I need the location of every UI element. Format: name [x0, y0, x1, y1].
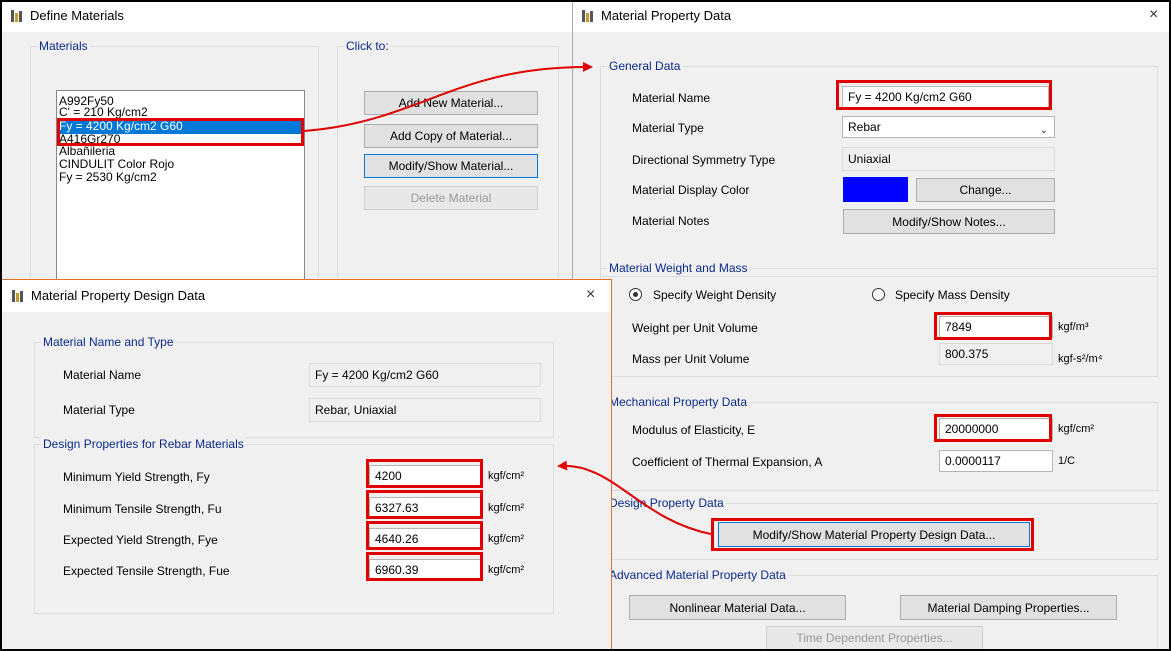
expected-yield-strength-label: Expected Yield Strength, Fye: [63, 533, 218, 547]
name-type-group: Material Name and Type: [34, 335, 554, 438]
thermal-expansion-input[interactable]: 0.0000117: [939, 450, 1053, 472]
mass-unit: kgf-s²/m⁴: [1058, 353, 1103, 365]
chevron-down-icon: ⌄: [1039, 125, 1048, 136]
general-data-group-label: General Data: [607, 59, 683, 73]
specify-weight-density-label[interactable]: Specify Weight Density: [653, 288, 776, 302]
material-display-color-swatch: [843, 177, 908, 202]
etabs-app-icon: [10, 9, 24, 23]
material-damping-button[interactable]: Material Damping Properties...: [900, 595, 1117, 620]
material-type-label: Material Type: [632, 121, 704, 135]
min-tensile-strength-label: Minimum Tensile Strength, Fu: [63, 502, 222, 516]
specify-mass-density-label[interactable]: Specify Mass Density: [895, 288, 1010, 302]
mass-per-unit-volume-label: Mass per Unit Volume: [632, 352, 750, 366]
modify-show-notes-button[interactable]: Modify/Show Notes...: [843, 209, 1055, 234]
thermal-expansion-label: Coefficient of Thermal Expansion, A: [632, 455, 823, 469]
etabs-app-icon: [11, 289, 25, 303]
material-type-select[interactable]: Rebar ⌄: [842, 116, 1055, 138]
define-materials-title: Define Materials: [30, 8, 124, 23]
design-data-client: Material Name and Type Material Name Fy …: [1, 312, 611, 650]
materials-listbox[interactable]: A992Fy50 C' = 210 Kg/cm2 Fy = 4200 Kg/cm…: [56, 90, 305, 290]
define-materials-titlebar[interactable]: Define Materials: [0, 0, 572, 32]
expected-tensile-strength-label: Expected Tensile Strength, Fue: [63, 564, 230, 578]
material-property-window: Material Property Data × General Data Ma…: [572, 0, 1171, 651]
material-name-input[interactable]: Fy = 4200 Kg/cm2 G60: [842, 86, 1049, 108]
design-data-window: Material Property Design Data × Material…: [0, 279, 612, 651]
min-yield-strength-input[interactable]: 4200: [369, 465, 481, 487]
expected-yield-strength-unit: kgf/cm²: [488, 533, 525, 545]
weight-per-unit-volume-label: Weight per Unit Volume: [632, 321, 758, 335]
modify-show-design-data-button[interactable]: Modify/Show Material Property Design Dat…: [718, 522, 1030, 547]
material-property-title: Material Property Data: [601, 8, 732, 23]
design-property-group-label: Design Property Data: [607, 496, 726, 510]
weight-unit: kgf/m³: [1058, 321, 1089, 333]
advanced-property-group-label: Advanced Material Property Data: [607, 568, 788, 582]
modify-show-material-button[interactable]: Modify/Show Material...: [364, 154, 538, 178]
name-type-group-label: Material Name and Type: [41, 335, 176, 349]
mass-per-unit-volume-value: 800.375: [939, 343, 1053, 365]
close-icon[interactable]: ×: [586, 286, 595, 304]
mechanical-property-group-label: Mechanical Property Data: [607, 395, 750, 409]
material-list-item[interactable]: Fy = 2530 Kg/cm2: [57, 171, 304, 184]
directional-symmetry-label: Directional Symmetry Type: [632, 153, 776, 167]
specify-mass-density-radio[interactable]: [872, 288, 885, 301]
modulus-unit: kgf/cm²: [1058, 423, 1095, 435]
time-dependent-button: Time Dependent Properties...: [766, 626, 983, 650]
materials-group-label: Materials: [37, 39, 90, 53]
material-display-color-label: Material Display Color: [632, 183, 750, 197]
design-material-type-label: Material Type: [63, 403, 135, 417]
material-property-client: General Data Material Name Fy = 4200 Kg/…: [573, 32, 1171, 651]
mechanical-property-group: Mechanical Property Data: [600, 395, 1158, 491]
material-type-value: Rebar: [848, 120, 881, 134]
directional-symmetry-value: Uniaxial: [842, 147, 1055, 171]
design-material-type-value: Rebar, Uniaxial: [309, 398, 541, 422]
rebar-design-group-label: Design Properties for Rebar Materials: [41, 437, 246, 451]
etabs-app-icon: [581, 9, 595, 23]
modulus-elasticity-input[interactable]: 20000000: [939, 418, 1053, 440]
material-name-label: Material Name: [632, 91, 711, 105]
min-yield-strength-unit: kgf/cm²: [488, 470, 525, 482]
add-copy-material-button[interactable]: Add Copy of Material...: [364, 124, 538, 148]
material-property-titlebar[interactable]: Material Property Data ×: [573, 0, 1171, 32]
weight-per-unit-volume-input[interactable]: 7849: [939, 316, 1053, 338]
specify-weight-density-radio[interactable]: [629, 288, 642, 301]
material-notes-label: Material Notes: [632, 214, 710, 228]
design-data-titlebar[interactable]: Material Property Design Data ×: [1, 280, 611, 312]
delete-material-button: Delete Material: [364, 186, 538, 210]
expected-yield-strength-input[interactable]: 4640.26: [369, 528, 481, 550]
close-icon[interactable]: ×: [1149, 6, 1158, 24]
design-data-title: Material Property Design Data: [31, 288, 206, 303]
thermal-expansion-unit: 1/C: [1058, 455, 1076, 467]
add-new-material-button[interactable]: Add New Material...: [364, 91, 538, 115]
min-tensile-strength-input[interactable]: 6327.63: [369, 497, 481, 519]
design-material-name-value: Fy = 4200 Kg/cm2 G60: [309, 363, 541, 387]
modulus-elasticity-label: Modulus of Elasticity, E: [632, 423, 756, 437]
min-yield-strength-label: Minimum Yield Strength, Fy: [63, 470, 210, 484]
expected-tensile-strength-unit: kgf/cm²: [488, 564, 525, 576]
design-material-name-label: Material Name: [63, 368, 142, 382]
click-to-group-label: Click to:: [344, 39, 391, 53]
change-color-button[interactable]: Change...: [916, 178, 1055, 202]
weight-mass-group-label: Material Weight and Mass: [607, 261, 750, 275]
material-list-item[interactable]: C' = 210 Kg/cm2: [57, 106, 304, 118]
nonlinear-material-data-button[interactable]: Nonlinear Material Data...: [629, 595, 846, 620]
expected-tensile-strength-input[interactable]: 6960.39: [369, 559, 481, 581]
min-tensile-strength-unit: kgf/cm²: [488, 502, 525, 514]
